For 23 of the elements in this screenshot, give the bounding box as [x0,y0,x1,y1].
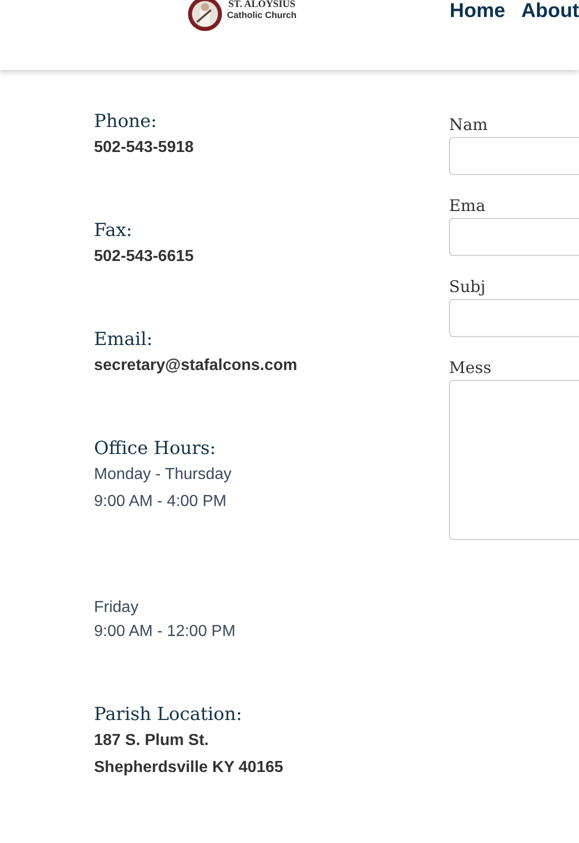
field-label: Mess [449,357,492,379]
contact-text: Friday [94,598,140,618]
contact-text: 187 S. Plum St. [94,731,210,751]
field-label: Subj [449,276,486,298]
nav-link[interactable]: About [521,0,579,22]
contact-text: 502-543-5918 [94,138,195,158]
contact-text: Monday - Thursday [94,465,233,485]
section-heading: Office Hours: [94,437,217,461]
field-label: Nam [449,114,489,136]
field-label: Ema [449,195,486,217]
section-heading: Phone: [94,110,158,134]
contact-text: 9:00 AM - 12:00 PM [94,622,236,642]
logo-title: ST. ALOYSIUS [228,0,296,10]
contact-text: Shepherdsville KY 40165 [94,758,284,778]
nav-link[interactable]: Home [450,0,506,22]
section-heading: Fax: [94,219,134,243]
contact-text: 502-543-6615 [94,247,195,267]
logo-icon [187,0,223,32]
logo-subtitle: Catholic Church [227,10,297,21]
section-heading: Email: [94,328,154,352]
contact-text: 9:00 AM - 4:00 PM [94,492,228,512]
contact-text: secretary@stafalcons.com [94,356,298,376]
section-heading: Parish Location: [94,703,244,727]
